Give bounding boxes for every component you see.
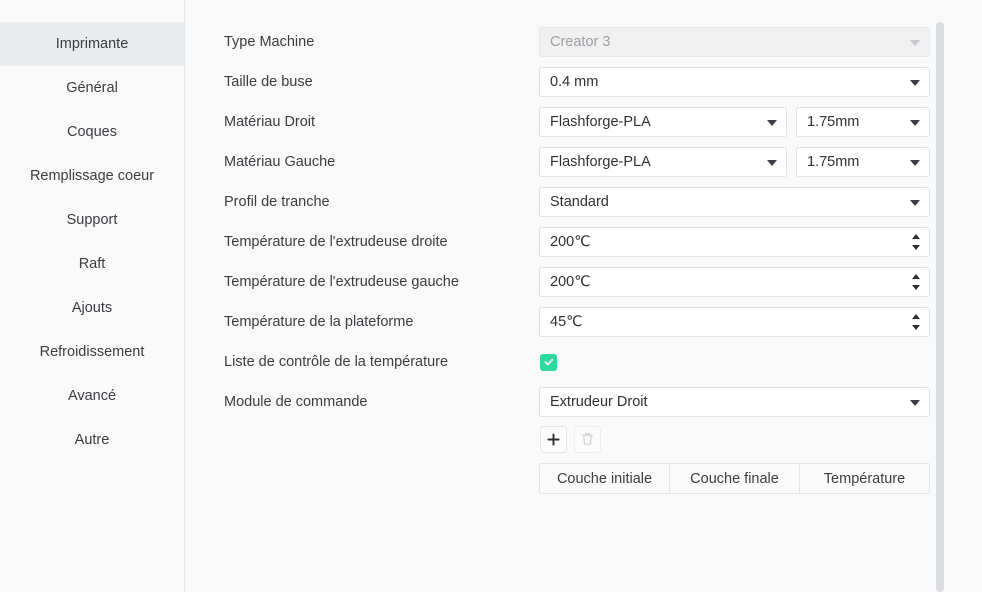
printer-settings-form: Type Machine Creator 3 Taille de buse 0.…	[185, 22, 982, 494]
sidebar-item-remplissage-coeur[interactable]: Remplissage coeur	[0, 154, 184, 198]
sidebar-item-label: Général	[66, 80, 118, 96]
sidebar-item-support[interactable]: Support	[0, 198, 184, 242]
label-temp-right-extruder: Température de l'extrudeuse droite	[224, 234, 448, 250]
nozzle-size-select[interactable]: 0.4 mm	[539, 67, 930, 97]
add-row-button[interactable]	[540, 425, 567, 453]
sidebar-item-raft[interactable]: Raft	[0, 242, 184, 286]
trash-icon	[582, 433, 593, 445]
label-material-right: Matériau Droit	[224, 114, 316, 130]
spinner-down-icon[interactable]	[912, 285, 920, 290]
spinner-up-icon[interactable]	[912, 274, 920, 279]
nozzle-size-value: 0.4 mm	[550, 74, 599, 90]
settings-sidebar: Imprimante Général Coques Remplissage co…	[0, 0, 185, 592]
temp-left-extruder-value: 200℃	[550, 274, 591, 290]
sidebar-item-imprimante[interactable]: Imprimante	[0, 22, 184, 66]
label-machine-type: Type Machine	[224, 34, 315, 50]
spinner-down-icon[interactable]	[912, 245, 920, 250]
spinner-icon[interactable]	[911, 314, 921, 330]
spinner-icon[interactable]	[911, 274, 921, 290]
machine-type-value: Creator 3	[550, 34, 611, 50]
material-right-value: Flashforge-PLA	[550, 114, 651, 130]
label-temp-left-extruder: Température de l'extrudeuse gauche	[224, 274, 459, 290]
label-material-left: Matériau Gauche	[224, 154, 336, 170]
chevron-down-icon	[910, 80, 920, 86]
sidebar-item-coques[interactable]: Coques	[0, 110, 184, 154]
settings-content: Type Machine Creator 3 Taille de buse 0.…	[185, 0, 982, 592]
slice-profile-select[interactable]: Standard	[539, 187, 930, 217]
control-module-select[interactable]: Extrudeur Droit	[539, 387, 930, 417]
label-temp-platform: Température de la plateforme	[224, 314, 414, 330]
temp-control-list-checkbox[interactable]	[540, 353, 557, 371]
material-left-diameter-value: 1.75mm	[807, 154, 860, 170]
chevron-down-icon	[910, 40, 920, 46]
sidebar-item-label: Ajouts	[71, 300, 113, 316]
delete-row-button[interactable]	[574, 425, 601, 453]
sidebar-item-label: Refroidissement	[39, 344, 145, 360]
sidebar-item-label: Avancé	[67, 388, 117, 404]
control-module-value: Extrudeur Droit	[550, 394, 648, 410]
chevron-down-icon	[910, 400, 920, 406]
temp-left-extruder-stepper[interactable]: 200℃	[539, 267, 930, 297]
sidebar-item-label: Support	[66, 212, 118, 228]
label-slice-profile: Profil de tranche	[224, 194, 330, 210]
temp-platform-value: 45℃	[550, 314, 583, 330]
material-left-select[interactable]: Flashforge-PLA	[539, 147, 787, 177]
table-column-header-couche-finale[interactable]: Couche finale	[670, 464, 800, 493]
sidebar-item-label: Raft	[78, 256, 106, 272]
label-control-module: Module de commande	[224, 394, 368, 410]
plus-icon	[547, 432, 560, 446]
material-right-select[interactable]: Flashforge-PLA	[539, 107, 787, 137]
table-column-header-temperature[interactable]: Température	[800, 464, 929, 493]
slice-profile-value: Standard	[550, 194, 609, 210]
label-temp-control-list: Liste de contrôle de la température	[224, 354, 449, 370]
row-temp-left-extruder: Température de l'extrudeuse gauche 200℃	[224, 262, 930, 302]
chevron-down-icon	[767, 160, 777, 166]
sidebar-item-label: Imprimante	[55, 36, 129, 52]
sidebar-item-label: Remplissage coeur	[29, 168, 155, 184]
row-material-right: Matériau Droit Flashforge-PLA 1.75mm	[224, 102, 930, 142]
sidebar-item-avance[interactable]: Avancé	[0, 374, 184, 418]
chevron-down-icon	[910, 160, 920, 166]
scrollbar-thumb[interactable]	[936, 22, 944, 592]
row-control-module: Module de commande Extrudeur Droit	[224, 382, 930, 422]
temp-platform-stepper[interactable]: 45℃	[539, 307, 930, 337]
temp-right-extruder-stepper[interactable]: 200℃	[539, 227, 930, 257]
spinner-icon[interactable]	[911, 234, 921, 250]
temperature-table: Couche initiale Couche finale Températur…	[539, 463, 930, 494]
row-table-toolbar	[224, 422, 930, 456]
spinner-up-icon[interactable]	[912, 314, 920, 319]
settings-window: Imprimante Général Coques Remplissage co…	[0, 0, 982, 592]
row-temp-control-list: Liste de contrôle de la température	[224, 342, 930, 382]
label-nozzle-size: Taille de buse	[224, 74, 313, 90]
row-temperature-table: Couche initiale Couche finale Températur…	[224, 456, 930, 494]
sidebar-item-label: Coques	[67, 124, 117, 140]
material-right-diameter-value: 1.75mm	[807, 114, 860, 130]
content-scrollbar[interactable]	[936, 22, 944, 592]
machine-type-select: Creator 3	[539, 27, 930, 57]
sidebar-item-general[interactable]: Général	[0, 66, 184, 110]
chevron-down-icon	[910, 120, 920, 126]
material-left-value: Flashforge-PLA	[550, 154, 651, 170]
chevron-down-icon	[767, 120, 777, 126]
table-column-header-couche-initiale[interactable]: Couche initiale	[540, 464, 670, 493]
material-right-diameter-select[interactable]: 1.75mm	[796, 107, 930, 137]
sidebar-item-refroidissement[interactable]: Refroidissement	[0, 330, 184, 374]
chevron-down-icon	[910, 200, 920, 206]
table-toolbar	[539, 422, 601, 456]
sidebar-item-label: Autre	[74, 432, 110, 448]
checkmark-icon	[544, 358, 553, 366]
row-slice-profile: Profil de tranche Standard	[224, 182, 930, 222]
row-temp-right-extruder: Température de l'extrudeuse droite 200℃	[224, 222, 930, 262]
table-header-row: Couche initiale Couche finale Températur…	[540, 464, 929, 493]
spinner-up-icon[interactable]	[912, 234, 920, 239]
temp-right-extruder-value: 200℃	[550, 234, 591, 250]
row-nozzle-size: Taille de buse 0.4 mm	[224, 62, 930, 102]
row-temp-platform: Température de la plateforme 45℃	[224, 302, 930, 342]
spinner-down-icon[interactable]	[912, 325, 920, 330]
sidebar-item-autre[interactable]: Autre	[0, 418, 184, 462]
material-left-diameter-select[interactable]: 1.75mm	[796, 147, 930, 177]
sidebar-item-ajouts[interactable]: Ajouts	[0, 286, 184, 330]
row-machine-type: Type Machine Creator 3	[224, 22, 930, 62]
row-material-left: Matériau Gauche Flashforge-PLA 1.75mm	[224, 142, 930, 182]
